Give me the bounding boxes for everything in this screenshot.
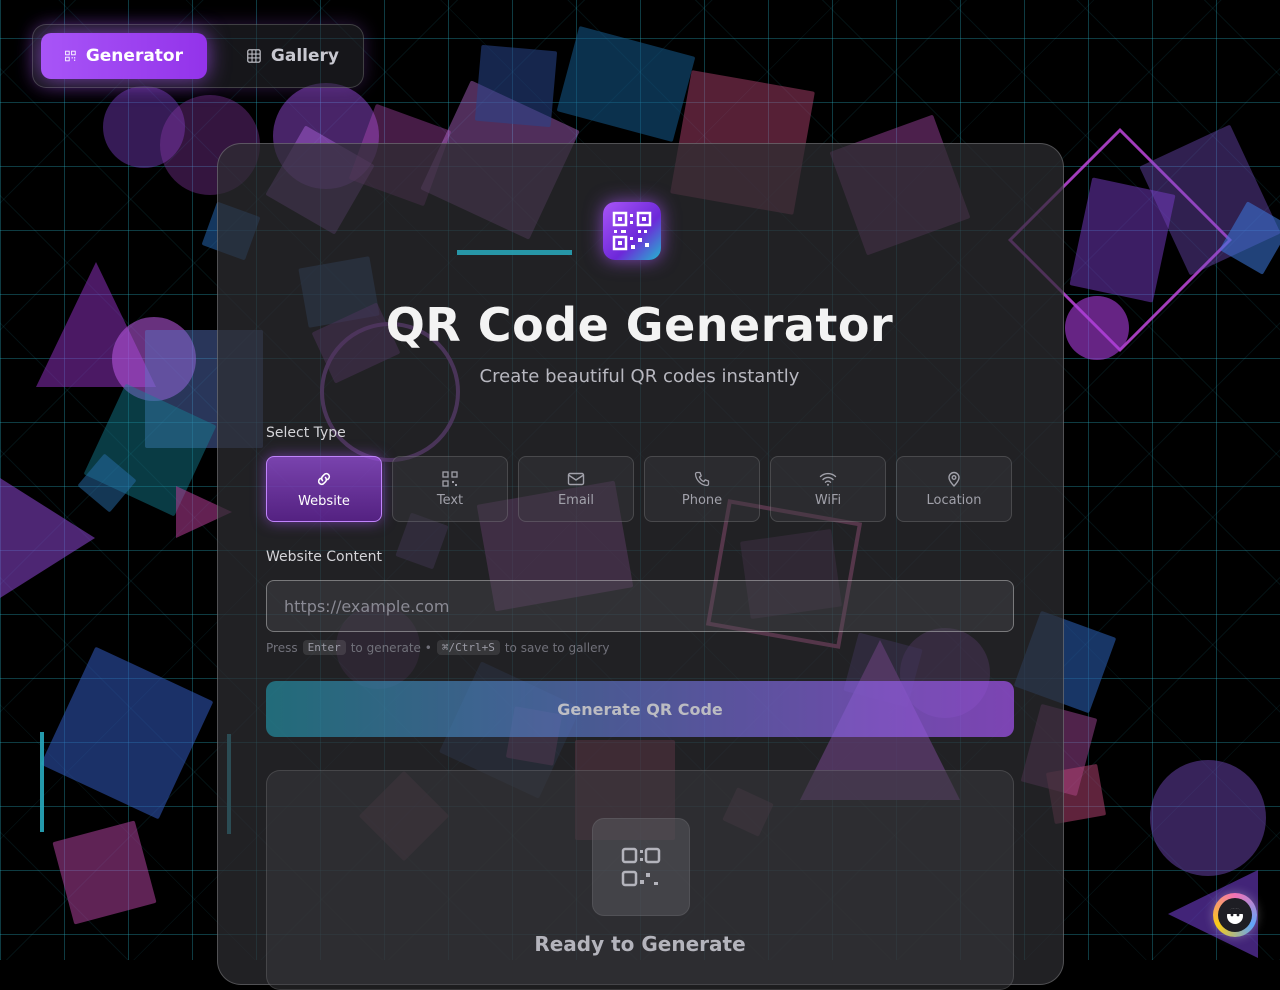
hint-enter-key: Enter xyxy=(302,640,346,655)
map-pin-icon xyxy=(948,471,960,487)
type-wifi-button[interactable]: WiFi xyxy=(770,456,886,522)
face-icon xyxy=(1227,908,1243,924)
tab-generator-label: Generator xyxy=(85,46,183,66)
type-location-button[interactable]: Location xyxy=(896,456,1012,522)
type-text-button[interactable]: Text xyxy=(392,456,508,522)
type-location-label: Location xyxy=(926,492,982,508)
wifi-icon xyxy=(819,472,837,486)
tab-gallery[interactable]: Gallery xyxy=(223,33,363,79)
generate-qr-button[interactable]: Generate QR Code xyxy=(266,681,1014,737)
type-email-button[interactable]: Email xyxy=(518,456,634,522)
type-phone-button[interactable]: Phone xyxy=(644,456,760,522)
qr-small-icon xyxy=(442,470,458,487)
phone-icon xyxy=(694,471,710,486)
keyboard-hint: Press Enter to generate • ⌘/Ctrl+S to sa… xyxy=(266,640,610,655)
mail-icon xyxy=(567,472,585,485)
avatar[interactable] xyxy=(1213,893,1257,937)
type-wifi-label: WiFi xyxy=(814,492,842,508)
content-label: Website Content xyxy=(266,549,382,565)
type-text-label: Text xyxy=(436,492,464,508)
decorative-bar xyxy=(457,250,572,255)
page-title: QR Code Generator xyxy=(385,298,894,352)
qr-code-icon xyxy=(65,50,76,62)
hint-to-save: to save to gallery xyxy=(504,640,610,655)
hint-to-generate: to generate • xyxy=(350,640,432,655)
hint-save-key: ⌘/Ctrl+S xyxy=(436,640,500,655)
qr-logo-icon xyxy=(603,202,661,260)
select-type-label: Select Type xyxy=(266,425,346,441)
qr-placeholder-icon xyxy=(592,818,690,916)
preview-title: Ready to Generate xyxy=(534,932,746,956)
page-subtitle: Create beautiful QR codes instantly xyxy=(479,366,800,387)
type-website-button[interactable]: Website xyxy=(266,456,382,522)
url-input[interactable] xyxy=(266,580,1014,632)
type-email-label: Email xyxy=(557,492,595,508)
type-phone-label: Phone xyxy=(681,492,723,508)
view-switcher: Generator Gallery xyxy=(32,24,364,88)
grid-icon xyxy=(247,49,261,63)
type-website-label: Website xyxy=(298,493,350,509)
tab-generator[interactable]: Generator xyxy=(41,33,207,79)
link-icon xyxy=(317,472,331,485)
tab-gallery-label: Gallery xyxy=(270,46,339,66)
hint-press: Press xyxy=(266,640,298,655)
